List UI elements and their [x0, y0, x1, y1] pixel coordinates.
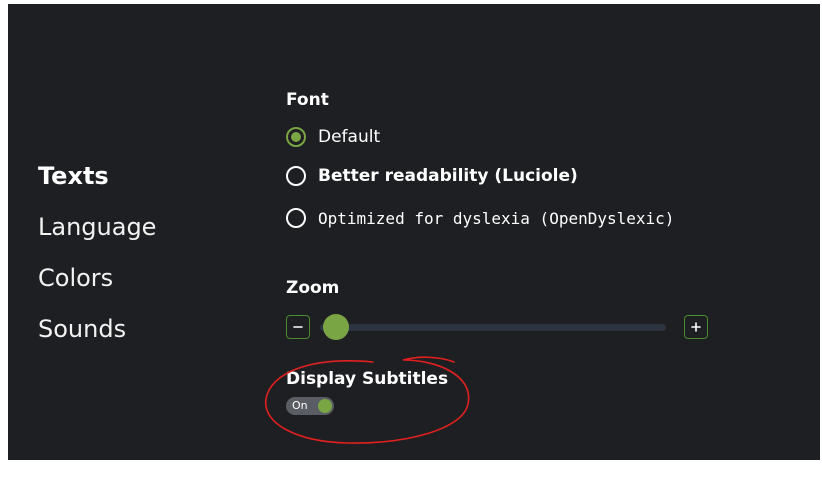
font-option-default[interactable]: Default: [286, 127, 380, 147]
toggle-state-label: On: [292, 399, 308, 412]
radio-luciole[interactable]: [286, 166, 306, 186]
font-option-luciole-label: Better readability (Luciole): [318, 166, 578, 186]
zoom-out-button[interactable]: [286, 315, 310, 339]
zoom-heading: Zoom: [286, 278, 340, 298]
settings-panel: Texts Language Colors Sounds Font Defaul…: [8, 4, 820, 460]
sidebar-item-colors[interactable]: Colors: [38, 266, 156, 290]
zoom-control: [286, 314, 711, 340]
zoom-in-button[interactable]: [684, 315, 708, 339]
plus-icon: [691, 322, 701, 332]
sidebar-item-language[interactable]: Language: [38, 215, 156, 239]
subtitles-toggle[interactable]: On: [286, 397, 334, 415]
radio-selected-dot: [291, 132, 301, 142]
zoom-slider-track[interactable]: [320, 324, 666, 331]
zoom-slider-thumb[interactable]: [323, 314, 349, 340]
sidebar-item-texts[interactable]: Texts: [38, 164, 156, 188]
font-heading: Font: [286, 90, 329, 110]
settings-sidebar: Texts Language Colors Sounds: [38, 164, 156, 368]
subtitles-heading: Display Subtitles: [286, 369, 449, 389]
font-option-opendyslexic-label: Optimized for dyslexia (OpenDyslexic): [318, 208, 675, 228]
radio-opendyslexic[interactable]: [286, 208, 306, 228]
font-option-default-label: Default: [318, 127, 381, 147]
font-option-opendyslexic[interactable]: Optimized for dyslexia (OpenDyslexic): [286, 208, 674, 228]
toggle-knob: [318, 399, 332, 413]
font-option-luciole[interactable]: Better readability (Luciole): [286, 166, 578, 186]
minus-icon: [293, 326, 303, 328]
sidebar-item-sounds[interactable]: Sounds: [38, 317, 156, 341]
radio-default[interactable]: [286, 127, 306, 147]
